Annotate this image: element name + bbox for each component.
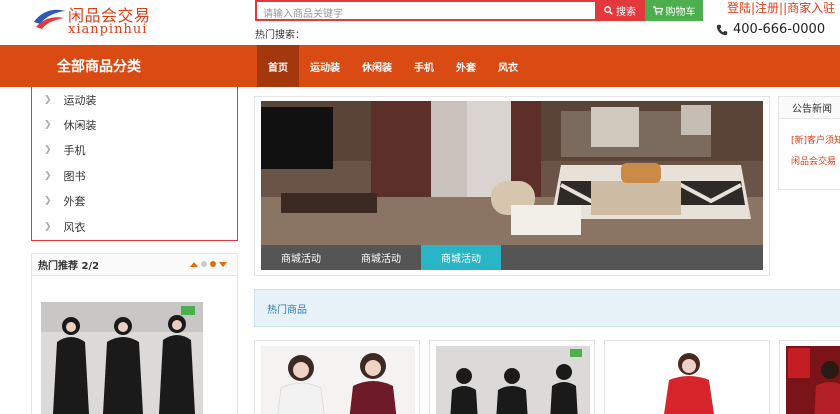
category-item[interactable]: ❯ 运动装 bbox=[32, 87, 237, 112]
phone-icon bbox=[716, 24, 728, 35]
product-image bbox=[261, 346, 415, 414]
notice-title: 公告新闻 bbox=[779, 97, 840, 119]
hot-products-header: 热门商品 bbox=[254, 289, 840, 327]
carousel-next-icon[interactable] bbox=[219, 261, 227, 267]
notice-link[interactable]: 闲品会交易 bbox=[779, 154, 840, 167]
search-button-label: 搜索 bbox=[616, 7, 636, 18]
cart-button-label: 购物车 bbox=[665, 7, 696, 18]
category-label: 图书 bbox=[63, 169, 86, 183]
category-label: 风衣 bbox=[63, 220, 86, 234]
chevron-right-icon: ❯ bbox=[44, 145, 52, 156]
notice-panel: 公告新闻 [新]客户须知 闲品会交易 bbox=[778, 96, 840, 190]
cart-button[interactable]: 购物车 bbox=[645, 0, 703, 21]
product-image[interactable] bbox=[41, 302, 203, 414]
banner-tab-1[interactable]: 商城活动 bbox=[261, 245, 341, 270]
product-card[interactable] bbox=[254, 340, 420, 414]
chevron-right-icon: ❯ bbox=[44, 196, 52, 207]
nav-item-phones[interactable]: 手机 bbox=[403, 45, 445, 87]
category-item[interactable]: ❯ 外套 bbox=[32, 189, 237, 214]
search-input[interactable]: 请输入商品关键字 bbox=[255, 0, 595, 21]
product-image bbox=[611, 346, 765, 414]
category-label: 外套 bbox=[63, 195, 86, 209]
category-label: 休闲装 bbox=[63, 119, 97, 133]
phone-contact: 400-666-0000 bbox=[716, 22, 825, 37]
nav-item-coats[interactable]: 外套 bbox=[445, 45, 487, 87]
category-item[interactable]: ❯ 风衣 bbox=[32, 214, 237, 239]
cart-icon bbox=[652, 6, 663, 15]
nav-item-casual[interactable]: 休闲装 bbox=[351, 45, 403, 87]
hot-recommend-panel: 热门推荐 2/2 bbox=[31, 253, 238, 414]
banner-tab-3[interactable]: 商城活动 bbox=[421, 245, 501, 270]
search-placeholder: 请输入商品关键字 bbox=[263, 9, 343, 20]
product-card[interactable] bbox=[429, 340, 595, 414]
logo-name-en: xianpinhui bbox=[68, 22, 148, 37]
swoosh-logo-icon bbox=[34, 9, 65, 29]
carousel-controls bbox=[190, 261, 227, 267]
auth-links[interactable]: 登陆|注册||商家入驻 bbox=[727, 0, 835, 16]
chevron-right-icon: ❯ bbox=[44, 94, 52, 105]
search-icon bbox=[604, 6, 613, 15]
carousel-dot[interactable] bbox=[201, 261, 207, 267]
nav-item-sportswear[interactable]: 运动装 bbox=[299, 45, 351, 87]
category-sidebar: ❯ 运动装 ❯ 休闲装 ❯ 手机 ❯ 图书 ❯ 外套 ❯ 风衣 bbox=[31, 87, 238, 241]
nav-item-trench[interactable]: 风衣 bbox=[487, 45, 529, 87]
hot-recommend-title: 热门推荐 2/2 bbox=[38, 261, 100, 272]
chevron-right-icon: ❯ bbox=[44, 170, 52, 181]
category-item[interactable]: ❯ 休闲装 bbox=[32, 112, 237, 137]
nav-menu: 首页 运动装 休闲装 手机 外套 风衣 bbox=[257, 45, 529, 87]
chevron-right-icon: ❯ bbox=[44, 120, 52, 131]
notice-link[interactable]: [新]客户须知 bbox=[779, 133, 840, 146]
banner-tab-2[interactable]: 商城活动 bbox=[341, 245, 421, 270]
banner-tabs: 商城活动 商城活动 商城活动 bbox=[261, 245, 763, 270]
hot-search-label: 热门搜索： bbox=[255, 30, 305, 41]
product-image bbox=[436, 346, 590, 414]
phone-number: 400-666-0000 bbox=[733, 22, 826, 37]
hot-products-title: 热门商品 bbox=[267, 304, 307, 316]
site-logo[interactable]: 闲品会交易 xianpinhui bbox=[32, 2, 182, 40]
hot-recommend-header: 热门推荐 2/2 bbox=[32, 254, 237, 276]
product-image bbox=[786, 346, 840, 414]
product-card[interactable] bbox=[604, 340, 770, 414]
all-categories-button[interactable]: 全部商品分类 bbox=[0, 45, 240, 87]
chevron-right-icon: ❯ bbox=[44, 221, 52, 232]
category-label: 手机 bbox=[63, 144, 86, 158]
category-label: 运动装 bbox=[63, 93, 97, 107]
carousel-dot-active[interactable] bbox=[210, 261, 216, 267]
product-card[interactable] bbox=[779, 340, 840, 414]
main-nav-bar: 全部商品分类 首页 运动装 休闲装 手机 外套 风衣 bbox=[0, 45, 840, 87]
carousel-prev-icon[interactable] bbox=[190, 261, 198, 267]
nav-item-home[interactable]: 首页 bbox=[257, 45, 299, 87]
category-item[interactable]: ❯ 图书 bbox=[32, 163, 237, 188]
living-room-photo bbox=[261, 101, 763, 245]
banner-image[interactable] bbox=[261, 101, 763, 245]
category-item[interactable]: ❯ 手机 bbox=[32, 138, 237, 163]
search-button[interactable]: 搜索 bbox=[595, 0, 645, 21]
